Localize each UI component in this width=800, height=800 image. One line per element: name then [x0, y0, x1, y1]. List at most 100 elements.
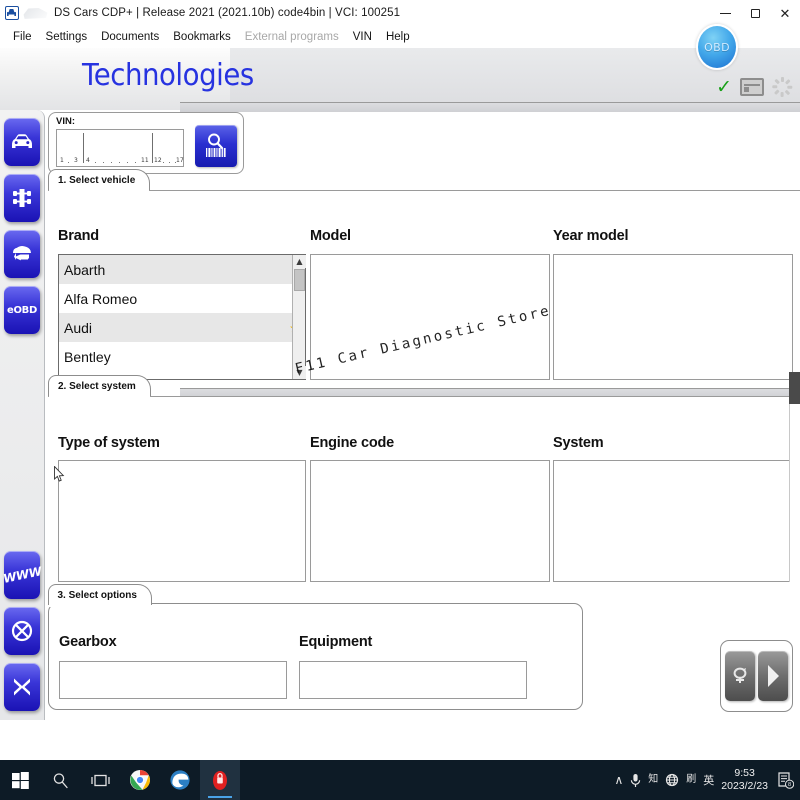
reset-button[interactable] [725, 651, 755, 701]
van-arrow-icon [13, 246, 31, 261]
scroll-up-icon[interactable]: ▲ [293, 255, 306, 268]
microphone-icon[interactable] [630, 773, 641, 788]
page-scrollbar-track[interactable] [789, 404, 800, 582]
brand-list-scrollbar[interactable]: ▲ ▼ [292, 255, 306, 379]
diagnostic-app-button[interactable] [200, 760, 240, 800]
clock[interactable]: 9:53 2023/2/23 [721, 767, 768, 793]
gearbox-label: Gearbox [59, 634, 117, 650]
reset-icon [733, 667, 747, 683]
gearbox-listbox[interactable] [59, 661, 287, 699]
scroll-down-icon[interactable]: ▼ [293, 366, 306, 379]
search-button[interactable] [40, 760, 80, 800]
menu-item-external-programs: External programs [244, 31, 339, 43]
task-view-icon [90, 774, 110, 786]
sidebar-item-eobd[interactable]: eOBD [4, 286, 40, 334]
maximize-button[interactable] [740, 0, 770, 26]
brand-item-label: Bentley [64, 348, 111, 365]
menu-item-settings[interactable]: Settings [39, 29, 95, 45]
decorative-car-watermark [23, 7, 48, 19]
loading-spinner-icon [772, 77, 793, 97]
engine-code-label: Engine code [310, 435, 395, 451]
taskbar: ∧ 知 刷 英 9:53 2023/2/23 8 [0, 760, 800, 800]
sidebar-item-van-back[interactable] [4, 230, 40, 278]
speaker-icon[interactable]: 刷 [686, 775, 696, 785]
windows-logo-icon [11, 771, 29, 789]
chrome-button[interactable] [120, 760, 160, 800]
car-document-icon [4, 5, 20, 21]
truck-axle-icon [13, 189, 31, 207]
menu-item-file[interactable]: File [6, 29, 39, 45]
model-label: Model [310, 228, 351, 244]
menu-item-bookmarks[interactable]: Bookmarks [166, 29, 238, 45]
obd-badge-icon: OBD [696, 24, 738, 70]
vci-device-icon [740, 78, 764, 96]
ime-mode-icon[interactable]: 知 [648, 775, 658, 785]
menu-item-help[interactable]: Help [379, 29, 417, 45]
tray-overflow-icon[interactable]: ∧ [614, 774, 623, 786]
menu-item-documents[interactable]: Documents [94, 29, 166, 45]
page-scrollbar-thumb[interactable] [789, 372, 800, 404]
equipment-listbox[interactable] [299, 661, 527, 699]
x-icon [14, 678, 30, 696]
notifications-button[interactable]: 8 [777, 771, 795, 789]
sidebar-item-cars[interactable] [4, 118, 40, 166]
brand-label: Brand [58, 228, 99, 244]
red-lock-app-icon [213, 771, 227, 790]
clock-time: 9:53 [734, 766, 755, 779]
start-button[interactable] [0, 760, 40, 800]
model-listbox[interactable] [310, 254, 550, 380]
sidebar-item-exit[interactable] [4, 663, 40, 711]
brand-logo-text: Technologies [82, 58, 254, 93]
edge-button[interactable] [160, 760, 200, 800]
window-title: DS Cars CDP+ | Release 2021 (2021.10b) c… [54, 7, 401, 19]
list-item[interactable]: Alfa Romeo [59, 284, 305, 313]
menu-bar: File Settings Documents Bookmarks Extern… [0, 26, 800, 48]
globe-icon[interactable] [665, 773, 679, 787]
status-cluster: ✓ [716, 72, 793, 102]
year-model-listbox[interactable] [553, 254, 793, 380]
brand-listbox[interactable]: Abarth Alfa Romeo Audi ★ Bentley ▲ ▼ [58, 254, 306, 380]
section3-group: 3. Select options Gearbox Equipment [47, 584, 583, 710]
system-listbox[interactable] [553, 460, 793, 582]
chrome-icon [130, 770, 150, 790]
sidebar-item-disconnect[interactable] [4, 607, 40, 655]
section2-tab[interactable]: 2. Select system [48, 375, 151, 398]
app-window: DS Cars CDP+ | Release 2021 (2021.10b) c… [0, 0, 800, 800]
engine-code-listbox[interactable] [310, 460, 550, 582]
search-icon [53, 772, 68, 788]
section1-tab[interactable]: 1. Select vehicle [48, 169, 151, 192]
sidebar-item-trucks[interactable] [4, 174, 40, 222]
section1-tab-shelf [180, 102, 800, 112]
section3-tab[interactable]: 3. Select options [47, 584, 152, 607]
main-content: 1. Select vehicle Brand Model Year model… [45, 102, 800, 720]
clock-date: 2023/2/23 [721, 780, 768, 792]
type-of-system-label: Type of system [58, 435, 160, 451]
menu-item-vin[interactable]: VIN [346, 29, 379, 45]
year-model-label: Year model [553, 228, 629, 244]
edge-icon [170, 770, 190, 790]
car-icon [12, 134, 32, 148]
next-button[interactable] [758, 651, 788, 701]
connection-ok-icon: ✓ [716, 75, 732, 98]
notification-count: 8 [788, 782, 791, 788]
system-tray: ∧ 知 刷 英 9:53 2023/2/23 8 [614, 760, 800, 800]
type-of-system-listbox[interactable] [58, 460, 306, 582]
close-button[interactable]: ✕ [770, 0, 800, 26]
title-bar: DS Cars CDP+ | Release 2021 (2021.10b) c… [0, 0, 800, 26]
list-item[interactable]: Abarth [59, 255, 305, 284]
scroll-thumb[interactable] [294, 269, 305, 291]
obd-badge-label: OBD [704, 40, 730, 54]
action-button-group [720, 640, 793, 712]
language-indicator[interactable]: 英 [703, 775, 714, 786]
brand-item-label: Audi [64, 319, 93, 336]
system-label: System [553, 435, 604, 451]
minimize-button[interactable] [710, 0, 740, 26]
list-item[interactable]: Audi ★ [59, 313, 305, 342]
brand-item-label: Abarth [64, 261, 106, 278]
brand-item-label: Alfa Romeo [64, 290, 138, 307]
notification-icon: 8 [778, 772, 795, 789]
eobd-text-icon: eOBD [6, 304, 37, 316]
task-view-button[interactable] [80, 760, 120, 800]
list-item[interactable]: Bentley [59, 342, 305, 371]
sidebar-item-www[interactable]: WWW [2, 551, 42, 599]
